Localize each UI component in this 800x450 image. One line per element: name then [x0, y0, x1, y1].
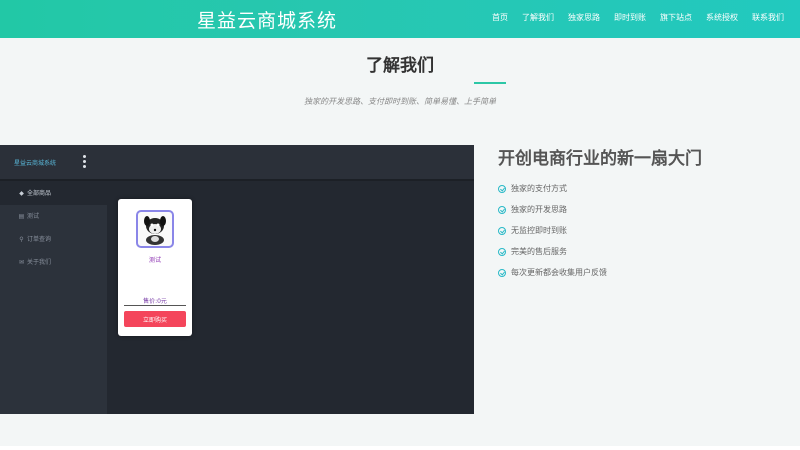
features-title: 开创电商行业的新一扇大门	[498, 149, 702, 169]
sidebar-item-label: 订单查询	[27, 236, 52, 243]
feature-text: 无监控即时到账	[511, 226, 567, 235]
check-circle-icon	[498, 226, 506, 235]
cube-icon: ◆	[19, 190, 24, 197]
site-brand[interactable]: 星益云商城系统	[197, 6, 337, 33]
nav-home[interactable]: 首页	[492, 12, 508, 23]
feature-text: 完美的售后服务	[511, 247, 567, 256]
nav-contact[interactable]: 联系我们	[752, 12, 784, 23]
sidebar-item-label: 关于我们	[27, 259, 52, 266]
features-list: 独家的支付方式 独家的开发思路 无监控即时到账 完美的售后服务 每次更新都会收集…	[498, 178, 607, 283]
product-price: 售价:0元	[143, 298, 167, 305]
list-item: 每次更新都会收集用户反馈	[498, 262, 607, 283]
search-icon: ⚲	[19, 236, 24, 243]
nav-ideas[interactable]: 独家思路	[568, 12, 600, 23]
list-item: 完美的售后服务	[498, 241, 607, 262]
nav-about[interactable]: 了解我们	[522, 12, 554, 23]
sidebar-item-about[interactable]: ✉ 关于我们	[0, 252, 107, 274]
check-circle-icon	[498, 268, 506, 277]
sidebar-item-order-query[interactable]: ⚲ 订单查询	[0, 229, 107, 251]
feature-text: 独家的开发思路	[511, 205, 567, 214]
sidebar-item-all-products[interactable]: ◆ 全部商品	[0, 183, 107, 205]
buy-now-button[interactable]: 立即购买	[124, 311, 186, 327]
nav-sites[interactable]: 旗下站点	[660, 12, 692, 23]
list-item: 无监控即时到账	[498, 220, 607, 241]
shop-preview-screenshot: 星益云商城系统 ◆ 全部商品 ▤ 测试 ⚲ 订单查询 ✉ 关于我们	[0, 145, 474, 414]
footer-strip	[0, 446, 800, 450]
feature-text: 独家的支付方式	[511, 184, 567, 193]
top-navbar: 星益云商城系统 首页 了解我们 独家思路 即时到账 旗下站点 系统授权 联系我们	[0, 0, 800, 38]
list-item: 独家的支付方式	[498, 178, 607, 199]
section-title: 了解我们	[366, 56, 434, 76]
cartoon-dog-image	[144, 216, 166, 245]
preview-brand: 星益云商城系统	[14, 160, 57, 167]
preview-header: 星益云商城系统	[0, 145, 474, 181]
more-menu-icon[interactable]	[83, 155, 87, 169]
nav-license[interactable]: 系统授权	[706, 12, 738, 23]
sidebar-item-test[interactable]: ▤ 测试	[0, 206, 107, 228]
title-underline	[474, 82, 506, 84]
sidebar-item-label: 测试	[27, 213, 40, 220]
check-circle-icon	[498, 184, 506, 193]
divider	[124, 305, 186, 306]
nav-instant[interactable]: 即时到账	[614, 12, 646, 23]
feature-text: 每次更新都会收集用户反馈	[511, 268, 607, 277]
check-circle-icon	[498, 247, 506, 256]
preview-sidebar: ◆ 全部商品 ▤ 测试 ⚲ 订单查询 ✉ 关于我们	[0, 183, 107, 414]
product-card[interactable]: 测试 售价:0元 立即购买	[118, 199, 192, 336]
check-circle-icon	[498, 205, 506, 214]
list-item: 独家的开发思路	[498, 199, 607, 220]
envelope-icon: ✉	[18, 259, 25, 266]
product-image[interactable]	[136, 210, 174, 248]
section-subtitle: 独家的开发思路、支付即时到账、简单易懂、上手简单	[304, 97, 496, 106]
table-icon: ▤	[18, 213, 25, 220]
main-nav: 首页 了解我们 独家思路 即时到账 旗下站点 系统授权 联系我们	[492, 12, 784, 23]
product-name[interactable]: 测试	[118, 255, 192, 264]
sidebar-item-label: 全部商品	[27, 190, 52, 197]
